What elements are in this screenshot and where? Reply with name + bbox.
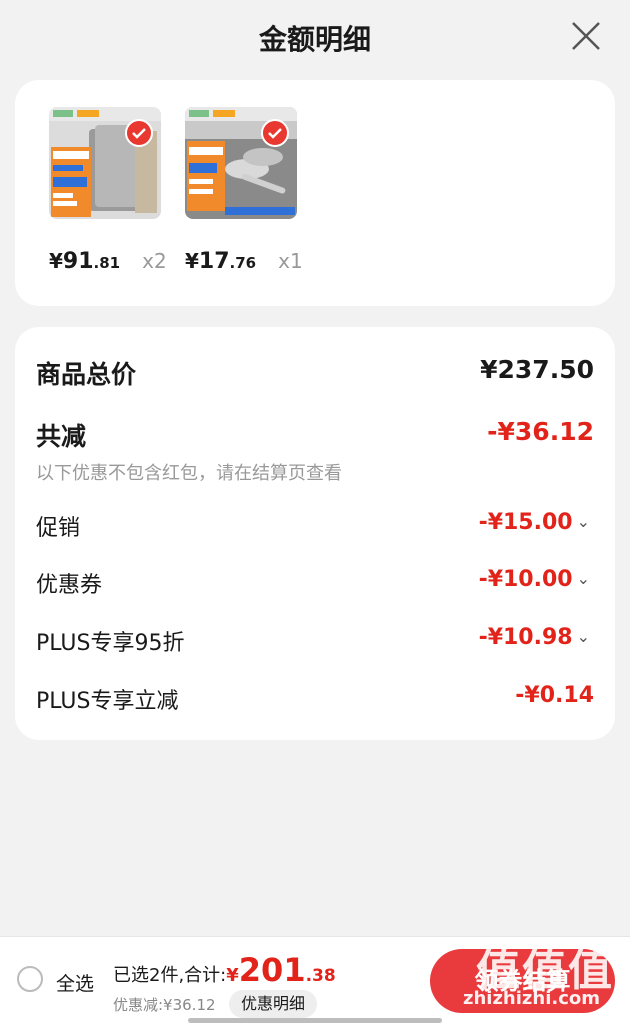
discount-value: -¥10.00	[478, 567, 573, 592]
total-reduce-label: 共减	[36, 422, 87, 451]
total-reduce-value: -¥36.12	[487, 417, 594, 446]
price-integer: 91	[62, 249, 94, 274]
total-reduce-row: 共减 -¥36.12	[36, 417, 594, 457]
price-yen: ¥	[185, 249, 199, 273]
chevron-down-icon[interactable]: ⌄	[577, 569, 590, 588]
product-item[interactable]: ¥17.76 x1	[185, 107, 335, 274]
discount-row-coupon[interactable]: 优惠券 -¥10.00 ⌄	[36, 567, 594, 607]
total-price-label: 商品总价	[36, 360, 137, 389]
select-all-radio[interactable]	[17, 966, 43, 992]
product-item[interactable]: ¥91.81 x2	[49, 107, 199, 274]
total-yen: ¥	[226, 965, 239, 986]
checked-icon	[261, 119, 289, 147]
discount-value: -¥0.14	[515, 683, 594, 708]
discount-summary: 优惠减:¥36.12	[113, 996, 216, 1014]
chevron-down-icon[interactable]: ⌄	[577, 627, 590, 646]
total-integer: 201	[238, 951, 306, 989]
price-integer: 17	[198, 249, 230, 274]
chevron-down-icon[interactable]: ⌄	[577, 512, 590, 531]
discount-label: 促销	[36, 516, 81, 541]
header: 金额明细	[0, 0, 630, 78]
total-decimal: .38	[305, 966, 336, 986]
discount-row-plus-95[interactable]: PLUS专享95折 -¥10.98 ⌄	[36, 625, 594, 665]
home-indicator[interactable]	[188, 1018, 442, 1023]
select-all-label[interactable]: 全选	[56, 969, 94, 996]
discount-row-promotion[interactable]: 促销 -¥15.00 ⌄	[36, 510, 594, 550]
discount-label: 优惠券	[36, 573, 103, 598]
discount-row-plus-reduce: PLUS专享立减 -¥0.14	[36, 683, 594, 723]
price-decimal: .81	[93, 254, 121, 272]
product-card: ¥91.81 x2 ¥17.76 x1	[15, 80, 615, 306]
total-summary: 已选2件,合计:¥201.38	[113, 951, 336, 989]
product-image[interactable]	[185, 107, 297, 219]
discount-label: PLUS专享立减	[36, 689, 179, 714]
product-price: ¥91.81 x2	[49, 249, 167, 274]
product-image[interactable]	[49, 107, 161, 219]
discount-value: -¥10.98	[478, 625, 573, 650]
close-icon[interactable]	[570, 20, 602, 52]
total-price-row: 商品总价 ¥237.50	[36, 355, 594, 395]
total-price-value: ¥237.50	[480, 355, 594, 384]
price-decimal: .76	[229, 254, 257, 272]
discount-value: -¥15.00	[478, 510, 573, 535]
selected-count-text: 已选2件,合计:	[113, 965, 227, 986]
page-title: 金额明细	[258, 23, 371, 56]
price-detail-card: 商品总价 ¥237.50 共减 -¥36.12 以下优惠不包含红包，请在结算页查…	[15, 327, 615, 740]
checked-icon	[125, 119, 153, 147]
checkout-button[interactable]: 领券结算	[430, 949, 615, 1013]
product-price: ¥17.76 x1	[185, 249, 303, 274]
product-quantity: x1	[278, 249, 303, 273]
discount-label: PLUS专享95折	[36, 631, 185, 656]
discount-detail-button[interactable]: 优惠明细	[229, 990, 318, 1018]
discount-note: 以下优惠不包含红包，请在结算页查看	[36, 463, 342, 484]
product-quantity: x2	[142, 249, 167, 273]
checkout-bar: 全选 已选2件,合计:¥201.38 优惠减:¥36.12 优惠明细 领券结算	[0, 937, 630, 1024]
price-yen: ¥	[49, 249, 63, 273]
